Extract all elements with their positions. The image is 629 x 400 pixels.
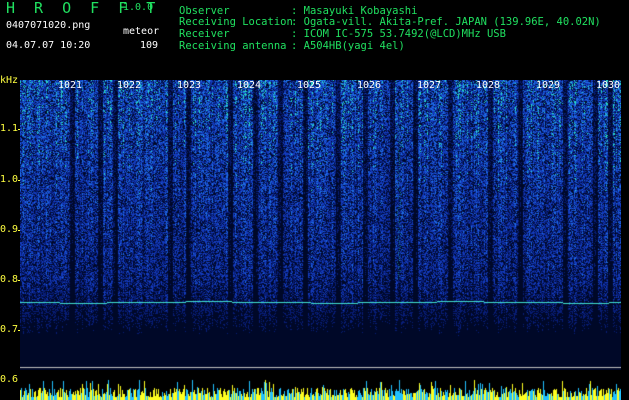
info-value-antenna: : A504HB(yagi 4el) (291, 40, 405, 52)
info-key-receiver: Receiver (179, 28, 230, 40)
event-count: 109 (140, 40, 159, 51)
time-label: 1024 (237, 80, 262, 91)
time-label: 1027 (417, 80, 442, 91)
axis-label-0-8: 0.8 (0, 274, 19, 285)
info-key-antenna: Receiving antenna (179, 40, 287, 52)
time-label: 1025 (297, 80, 322, 91)
info-value-location: : Ogata-vill. Akita-Pref. JAPAN (139.96E… (291, 16, 601, 28)
axis-unit-label: kHz (0, 75, 19, 86)
signal-level-strip (20, 374, 621, 400)
axis-label-0-7: 0.7 (0, 324, 19, 335)
info-value-observer: : Masayuki Kobayashi (291, 5, 418, 17)
time-label: 1030 (596, 80, 621, 91)
spectrogram-display (20, 80, 621, 370)
app-version: 1.0.0 (123, 2, 154, 13)
axis-label-0-9: 0.9 (0, 224, 19, 235)
info-key-observer: Observer (179, 5, 230, 17)
file-name: 0407071020.png (6, 20, 91, 31)
axis-label-1-1: 1.1 (0, 123, 19, 134)
time-label: 1023 (177, 80, 202, 91)
time-label: 1022 (117, 80, 142, 91)
time-label: 1028 (476, 80, 501, 91)
time-label: 1021 (58, 80, 83, 91)
date-time: 04.07.07 10:20 (6, 40, 91, 51)
time-label: 1026 (357, 80, 382, 91)
axis-label-0-6: 0.6 (0, 374, 19, 385)
info-key-location: Receiving Location (179, 16, 293, 28)
axis-label-1-0: 1.0 (0, 174, 19, 185)
info-value-receiver: : ICOM IC-575 53.7492(@LCD)MHz USB (291, 28, 506, 40)
mode-label: meteor (123, 26, 160, 37)
time-label: 1029 (536, 80, 561, 91)
